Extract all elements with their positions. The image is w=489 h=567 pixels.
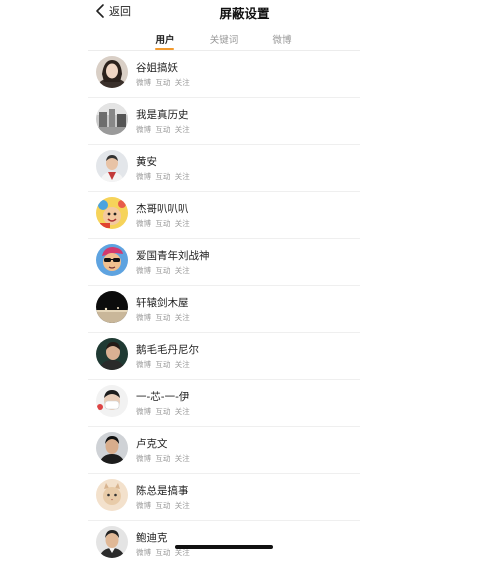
list-item[interactable]: 鹅毛毛丹尼尔 微博 互动 关注 — [88, 332, 360, 379]
user-name: 一-芯-一-伊 — [136, 391, 190, 403]
user-name: 我是真历史 — [136, 109, 189, 121]
list-item[interactable]: 一-芯-一-伊 微博 互动 关注 — [88, 379, 360, 426]
list-item[interactable]: 黄安 微博 互动 关注 — [88, 144, 360, 191]
meta-interact: 互动 — [155, 454, 171, 463]
meta-interact: 互动 — [155, 501, 171, 510]
list-item[interactable]: 杰哥叭叭叭 微博 互动 关注 — [88, 191, 360, 238]
list-item[interactable]: 卢克文 微博 互动 关注 — [88, 426, 360, 473]
meta-interact: 互动 — [155, 266, 171, 275]
meta-follow: 关注 — [174, 266, 190, 275]
masked-face-icon[interactable] — [96, 385, 128, 417]
tab-keywords[interactable]: 关键词 — [206, 32, 242, 46]
meta-weibo: 微博 — [136, 454, 151, 463]
list-item[interactable]: 谷姐搞妖 微博 互动 关注 — [88, 50, 360, 97]
meta-follow: 关注 — [174, 219, 190, 228]
meta-follow: 关注 — [174, 172, 190, 181]
meta-interact: 互动 — [155, 172, 171, 181]
home-indicator — [175, 545, 273, 549]
user-name: 鹅毛毛丹尼尔 — [136, 344, 199, 356]
cat-icon[interactable] — [96, 479, 128, 511]
meta-interact: 互动 — [155, 360, 171, 369]
user-name: 谷姐搞妖 — [136, 62, 178, 74]
meta-follow: 关注 — [174, 407, 190, 416]
man-portrait-icon[interactable] — [96, 150, 128, 182]
meta-weibo: 微博 — [136, 407, 151, 416]
meta-follow: 关注 — [174, 313, 190, 322]
meta-follow: 关注 — [174, 548, 190, 557]
user-name: 卢克文 — [136, 438, 168, 450]
list-item[interactable]: 轩辕剑木屋 微博 互动 关注 — [88, 285, 360, 332]
user-name: 黄安 — [136, 156, 157, 168]
user-meta: 微博 互动 关注 — [136, 312, 190, 323]
man-portrait-icon[interactable] — [96, 432, 128, 464]
user-meta: 微博 互动 关注 — [136, 500, 190, 511]
user-meta: 微博 互动 关注 — [136, 77, 190, 88]
man-portrait-icon[interactable] — [96, 526, 128, 558]
meta-interact: 互动 — [155, 219, 171, 228]
meta-weibo: 微博 — [136, 266, 151, 275]
meta-interact: 互动 — [155, 313, 171, 322]
meta-weibo: 微博 — [136, 219, 151, 228]
meta-follow: 关注 — [174, 360, 190, 369]
vintage-photo-icon[interactable] — [96, 103, 128, 135]
user-meta: 微博 互动 关注 — [136, 265, 190, 276]
list-item[interactable]: 我是真历史 微博 互动 关注 — [88, 97, 360, 144]
meta-weibo: 微博 — [136, 313, 151, 322]
woman-portrait-icon[interactable] — [96, 56, 128, 88]
user-meta: 微博 互动 关注 — [136, 171, 190, 182]
tab-users[interactable]: 用户 — [152, 32, 178, 46]
user-name: 轩辕剑木屋 — [136, 297, 189, 309]
meta-interact: 互动 — [155, 125, 171, 134]
meta-follow: 关注 — [174, 78, 190, 87]
user-meta: 微博 互动 关注 — [136, 406, 190, 417]
list-item[interactable]: 陈总是搞事 微博 互动 关注 — [88, 473, 360, 520]
meta-weibo: 微博 — [136, 360, 151, 369]
user-meta: 微博 互动 关注 — [136, 124, 190, 135]
meta-weibo: 微博 — [136, 501, 151, 510]
list-item[interactable]: 鲍迪克 微博 互动 关注 — [88, 520, 360, 567]
dark-scene-icon[interactable] — [96, 291, 128, 323]
cartoon-face-icon[interactable] — [96, 197, 128, 229]
user-name: 鲍迪克 — [136, 532, 168, 544]
user-name: 杰哥叭叭叭 — [136, 203, 189, 215]
meta-interact: 互动 — [155, 548, 171, 557]
list-item[interactable]: 爱国青年刘战神 微博 互动 关注 — [88, 238, 360, 285]
meta-follow: 关注 — [174, 125, 190, 134]
meta-weibo: 微博 — [136, 548, 151, 557]
meta-weibo: 微博 — [136, 78, 151, 87]
user-meta: 微博 互动 关注 — [136, 218, 190, 229]
user-meta: 微博 互动 关注 — [136, 359, 190, 370]
meta-weibo: 微博 — [136, 125, 151, 134]
user-name: 陈总是搞事 — [136, 485, 189, 497]
tab-weibo[interactable]: 微博 — [269, 32, 295, 46]
cartoon-sunglasses-icon[interactable] — [96, 244, 128, 276]
meta-follow: 关注 — [174, 501, 190, 510]
user-meta: 微博 互动 关注 — [136, 453, 190, 464]
meta-weibo: 微博 — [136, 172, 151, 181]
meta-interact: 互动 — [155, 407, 171, 416]
navigation-bar: 返回 屏蔽设置 — [0, 0, 489, 24]
meta-interact: 互动 — [155, 78, 171, 87]
meta-follow: 关注 — [174, 454, 190, 463]
page-title: 屏蔽设置 — [219, 6, 270, 21]
tab-bar: 用户 关键词 微博 — [0, 28, 489, 52]
man-portrait-icon[interactable] — [96, 338, 128, 370]
user-name: 爱国青年刘战神 — [136, 250, 210, 262]
blocked-user-list: 谷姐搞妖 微博 互动 关注 我是真历史 微博 互动 关注 黄安 微博 互动 关注… — [88, 50, 360, 567]
